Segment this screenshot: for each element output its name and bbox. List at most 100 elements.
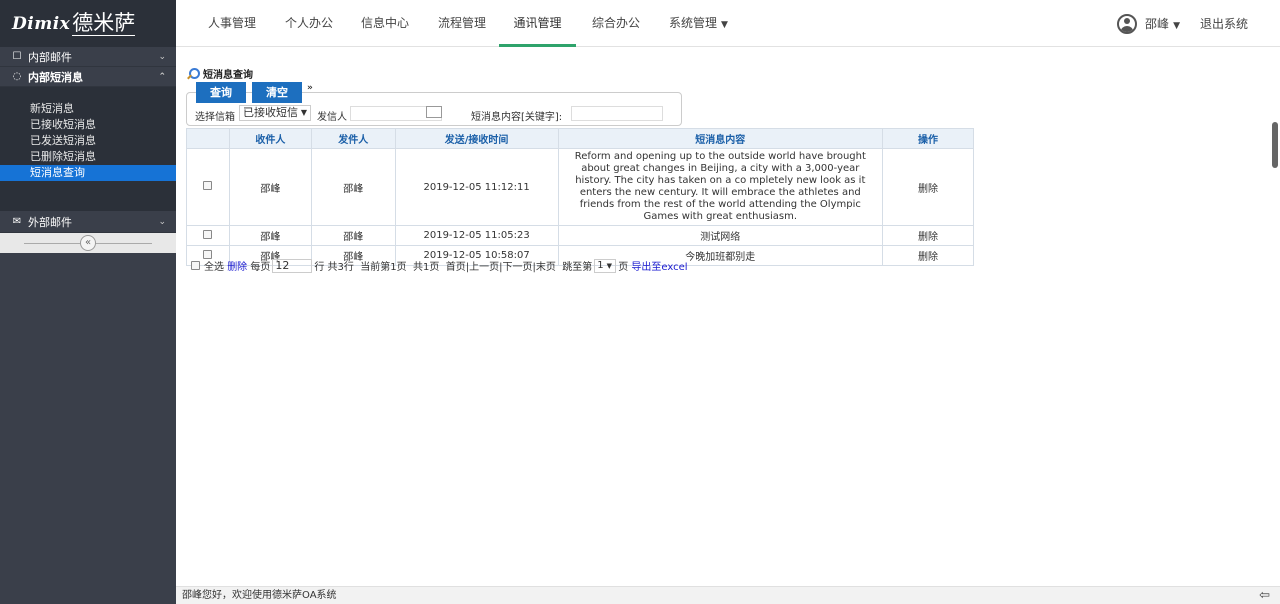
- keyword-label: 短消息内容[关键字]:: [471, 112, 563, 123]
- header-checkbox: [186, 128, 230, 149]
- sidebar-group-label: 内部短消息: [28, 70, 83, 84]
- time-cell: 2019-12-05 11:05:23: [394, 225, 559, 246]
- top-navigation: 人事管理 个人办公 信息中心 流程管理 通讯管理 综合办公 系统管理 ▼ 邵峰 ▼ …: [176, 0, 1280, 47]
- mailbox-select-value: 已接收短信: [243, 106, 298, 119]
- chat-icon: ◌: [12, 71, 22, 82]
- page-title-text: 短消息查询: [203, 70, 253, 81]
- message-table: 收件人 发件人 发送/接收时间 短消息内容 操作 邵峰 邵峰 2019-12-0…: [186, 128, 974, 266]
- sidebar-item-new-sms[interactable]: 新短消息: [0, 101, 176, 117]
- sender-cell: 邵峰: [310, 225, 396, 246]
- page-jump-value: 1: [597, 259, 604, 271]
- sidebar-collapse-bar: «: [0, 233, 176, 253]
- sidebar: Dimix 德米萨 ☐ 内部邮件 ⌄ ◌ 内部短消息 ⌃ 新短消息 已接收短消息…: [0, 0, 176, 604]
- user-avatar-icon[interactable]: [1117, 13, 1138, 34]
- tab-workflow[interactable]: 流程管理: [438, 0, 486, 47]
- sidebar-item-sms-query[interactable]: 短消息查询: [0, 165, 176, 181]
- keyword-input[interactable]: [571, 106, 663, 121]
- header-time: 发送/接收时间: [394, 128, 559, 149]
- mailbox-select[interactable]: 已接收短信 ▼: [239, 105, 311, 121]
- mailbox-label: 选择信箱: [195, 112, 235, 123]
- sidebar-group-internal-mail[interactable]: ☐ 内部邮件 ⌄: [0, 47, 176, 67]
- header-receiver: 收件人: [228, 128, 312, 149]
- export-excel-link[interactable]: 导出至excel: [631, 258, 687, 273]
- jump-label: 跳至第: [562, 262, 593, 273]
- tab-label: 系统管理: [669, 16, 718, 30]
- select-all-label: 全选: [204, 262, 224, 273]
- main-content: 短消息查询 查询 清空 » 选择信箱 已接收短信 ▼ 发信人 短消息内容[关键字…: [176, 48, 1270, 586]
- envelope-icon: ✉: [12, 216, 22, 227]
- pagination-bar: 全选 删除 每页 12 行 共3行 当前第1页 共1页 首页|上一页|下一页|末…: [191, 258, 688, 273]
- tab-info-center[interactable]: 信息中心: [361, 0, 409, 47]
- sidebar-submenu: 新短消息 已接收短消息 已发送短消息 已删除短消息 短消息查询: [0, 87, 176, 211]
- page-jump-select[interactable]: 1 ▼: [594, 258, 617, 273]
- search-icon: [186, 67, 200, 80]
- mail-icon: ☐: [12, 51, 22, 62]
- sender-label: 发信人: [317, 112, 347, 123]
- content-link[interactable]: 测试网络: [557, 225, 884, 246]
- bulk-delete-link[interactable]: 删除: [227, 258, 247, 273]
- page-suffix: 页: [618, 262, 629, 273]
- tab-general-office[interactable]: 综合办公: [592, 0, 640, 47]
- user-name: 邵峰: [1145, 17, 1170, 31]
- scrollbar[interactable]: [1270, 48, 1280, 586]
- row-select-cell: [186, 148, 230, 226]
- receiver-cell: 邵峰: [228, 148, 312, 226]
- welcome-text: 邵峰您好，欢迎使用德米萨OA系统: [182, 590, 337, 601]
- logo-text-zh: 德米萨: [72, 11, 136, 36]
- sender-picker-button[interactable]: [426, 106, 442, 118]
- page-title: 短消息查询: [186, 66, 253, 81]
- page-nav-links[interactable]: 首页|上一页|下一页|末页: [446, 258, 556, 273]
- sidebar-group-label: 内部邮件: [28, 50, 72, 64]
- tab-hr[interactable]: 人事管理: [208, 0, 256, 47]
- logout-link[interactable]: 退出系统: [1200, 15, 1248, 32]
- page-size-input[interactable]: 12: [272, 258, 313, 273]
- row-checkbox[interactable]: [203, 181, 213, 190]
- header-content: 短消息内容: [557, 128, 884, 149]
- tab-personal-office[interactable]: 个人办公: [285, 0, 333, 47]
- logo[interactable]: Dimix 德米萨: [0, 0, 176, 47]
- caret-down-icon: ▼: [1173, 21, 1180, 31]
- sidebar-item-received-sms[interactable]: 已接收短消息: [0, 117, 176, 133]
- select-all-checkbox[interactable]: [191, 261, 200, 270]
- status-bar: 邵峰您好，欢迎使用德米萨OA系统 ⇦: [176, 586, 1280, 604]
- caret-down-icon: ▼: [721, 20, 728, 30]
- total-pages: 共1页: [413, 262, 440, 273]
- toggle-filter-icon[interactable]: »: [307, 83, 313, 93]
- caret-down-icon: ▼: [606, 261, 612, 270]
- tab-communication[interactable]: 通讯管理: [499, 0, 576, 47]
- delete-link[interactable]: 删除: [882, 245, 974, 266]
- delete-link[interactable]: 删除: [882, 148, 974, 226]
- chevron-down-icon: ⌄: [158, 51, 166, 62]
- user-menu[interactable]: 邵峰 ▼: [1145, 15, 1180, 32]
- current-page: 当前第1页: [360, 262, 407, 273]
- user-area: 邵峰 ▼ 退出系统: [1117, 0, 1248, 47]
- sidebar-group-internal-sms[interactable]: ◌ 内部短消息 ⌃: [0, 67, 176, 87]
- chevron-up-icon: ⌃: [158, 71, 166, 82]
- header-action: 操作: [882, 128, 974, 149]
- delete-link[interactable]: 删除: [882, 225, 974, 246]
- clear-button[interactable]: 清空: [252, 82, 302, 103]
- receiver-cell: 邵峰: [228, 225, 312, 246]
- time-cell: 2019-12-05 11:12:11: [394, 148, 559, 226]
- sidebar-item-deleted-sms[interactable]: 已删除短消息: [0, 149, 176, 165]
- back-arrow-icon[interactable]: ⇦: [1259, 589, 1270, 602]
- collapse-sidebar-button[interactable]: «: [80, 235, 96, 251]
- row-count: 行 共3行: [314, 262, 354, 273]
- chevron-down-icon: ⌄: [158, 216, 166, 227]
- row-select-cell: [186, 225, 230, 246]
- sender-cell: 邵峰: [310, 148, 396, 226]
- sidebar-group-external-mail[interactable]: ✉ 外部邮件 ⌄: [0, 211, 176, 233]
- row-checkbox[interactable]: [203, 229, 213, 239]
- header-sender: 发件人: [310, 128, 396, 149]
- scrollbar-thumb[interactable]: [1272, 122, 1278, 168]
- table-header-row: 收件人 发件人 发送/接收时间 短消息内容 操作: [186, 128, 974, 149]
- sidebar-group-label: 外部邮件: [28, 215, 72, 229]
- per-page-label: 每页: [250, 262, 271, 273]
- caret-down-icon: ▼: [300, 108, 307, 117]
- search-button[interactable]: 查询: [196, 82, 246, 103]
- content-link[interactable]: Reform and opening up to the outside wor…: [557, 148, 884, 226]
- sidebar-item-sent-sms[interactable]: 已发送短消息: [0, 133, 176, 149]
- table-row: 邵峰 邵峰 2019-12-05 11:12:11 Reform and ope…: [186, 148, 974, 226]
- logo-text-en: Dimix: [12, 13, 71, 34]
- tab-system-management[interactable]: 系统管理 ▼: [669, 0, 728, 47]
